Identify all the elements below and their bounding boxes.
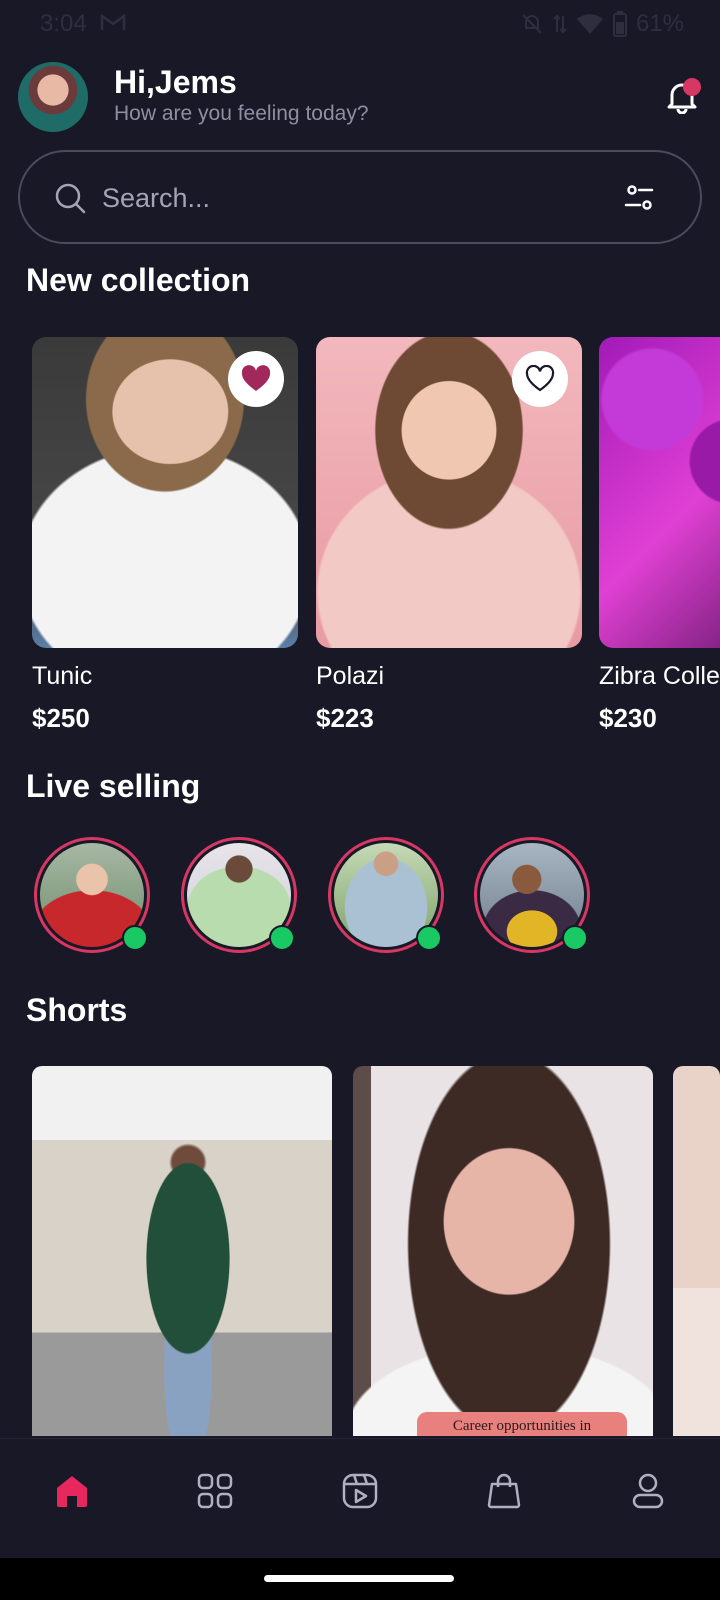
wifi-icon: [576, 14, 603, 34]
status-bar: 3:04 61%: [0, 0, 720, 48]
filter-icon[interactable]: [622, 180, 658, 216]
live-seller-avatar[interactable]: [474, 837, 590, 953]
bottom-navigation: [0, 1438, 720, 1558]
product-image[interactable]: [599, 337, 720, 648]
heart-filled-icon: [241, 365, 271, 391]
favorite-button[interactable]: [512, 351, 568, 407]
profile-icon: [632, 1473, 664, 1509]
short-video-thumbnail[interactable]: Career opportunities in: [353, 1066, 653, 1436]
greeting: Hi,Jems: [114, 64, 237, 100]
live-seller-avatar[interactable]: [34, 837, 150, 953]
product-card[interactable]: Tunic $250: [32, 337, 298, 734]
online-indicator: [269, 925, 295, 951]
shorts-icon: [342, 1473, 378, 1509]
product-price: $223: [316, 703, 374, 733]
nav-categories[interactable]: [191, 1467, 239, 1515]
live-seller-avatar[interactable]: [328, 837, 444, 953]
status-time: 3:04: [40, 10, 87, 37]
short-video-thumbnail[interactable]: [32, 1066, 332, 1436]
live-selling-title: Live selling: [26, 768, 201, 804]
nav-bag[interactable]: [480, 1467, 528, 1515]
live-seller-avatar[interactable]: [181, 837, 297, 953]
search-bar[interactable]: [18, 150, 702, 244]
home-gesture-bar[interactable]: [264, 1575, 454, 1582]
nav-home[interactable]: [48, 1467, 96, 1515]
product-card[interactable]: Zibra Colle $230: [599, 337, 720, 734]
search-icon: [55, 183, 86, 214]
data-icon: [553, 14, 567, 34]
short-caption: Career opportunities in: [417, 1412, 627, 1436]
product-card[interactable]: Polazi $223: [316, 337, 582, 734]
nav-profile[interactable]: [624, 1467, 672, 1515]
greeting-subtitle: How are you feeling today?: [114, 102, 369, 125]
categories-icon: [197, 1473, 233, 1509]
gmail-icon: [100, 13, 126, 30]
product-price: $250: [32, 703, 90, 733]
online-indicator: [562, 925, 588, 951]
status-icons: 61%: [520, 10, 684, 38]
product-price: $230: [599, 703, 657, 733]
online-indicator: [416, 925, 442, 951]
product-image[interactable]: [32, 337, 298, 648]
battery-icon: [612, 11, 627, 37]
product-name: Zibra Colle: [599, 662, 720, 690]
avatar[interactable]: [18, 62, 88, 132]
new-collection-title: New collection: [26, 262, 251, 298]
product-name: Polazi: [316, 662, 385, 690]
battery-percent: 61%: [635, 10, 684, 37]
shorts-title: Shorts: [26, 992, 128, 1028]
short-video-thumbnail[interactable]: [673, 1066, 720, 1436]
mute-icon: [522, 14, 542, 34]
product-name: Tunic: [32, 662, 93, 690]
online-indicator: [122, 925, 148, 951]
notification-badge: [683, 78, 701, 96]
heart-outline-icon: [525, 365, 555, 392]
product-image[interactable]: [316, 337, 582, 648]
nav-shorts[interactable]: [336, 1467, 384, 1515]
home-icon: [57, 1476, 87, 1507]
bag-icon: [487, 1473, 521, 1509]
favorite-button[interactable]: [228, 351, 284, 407]
search-input[interactable]: [102, 178, 582, 218]
